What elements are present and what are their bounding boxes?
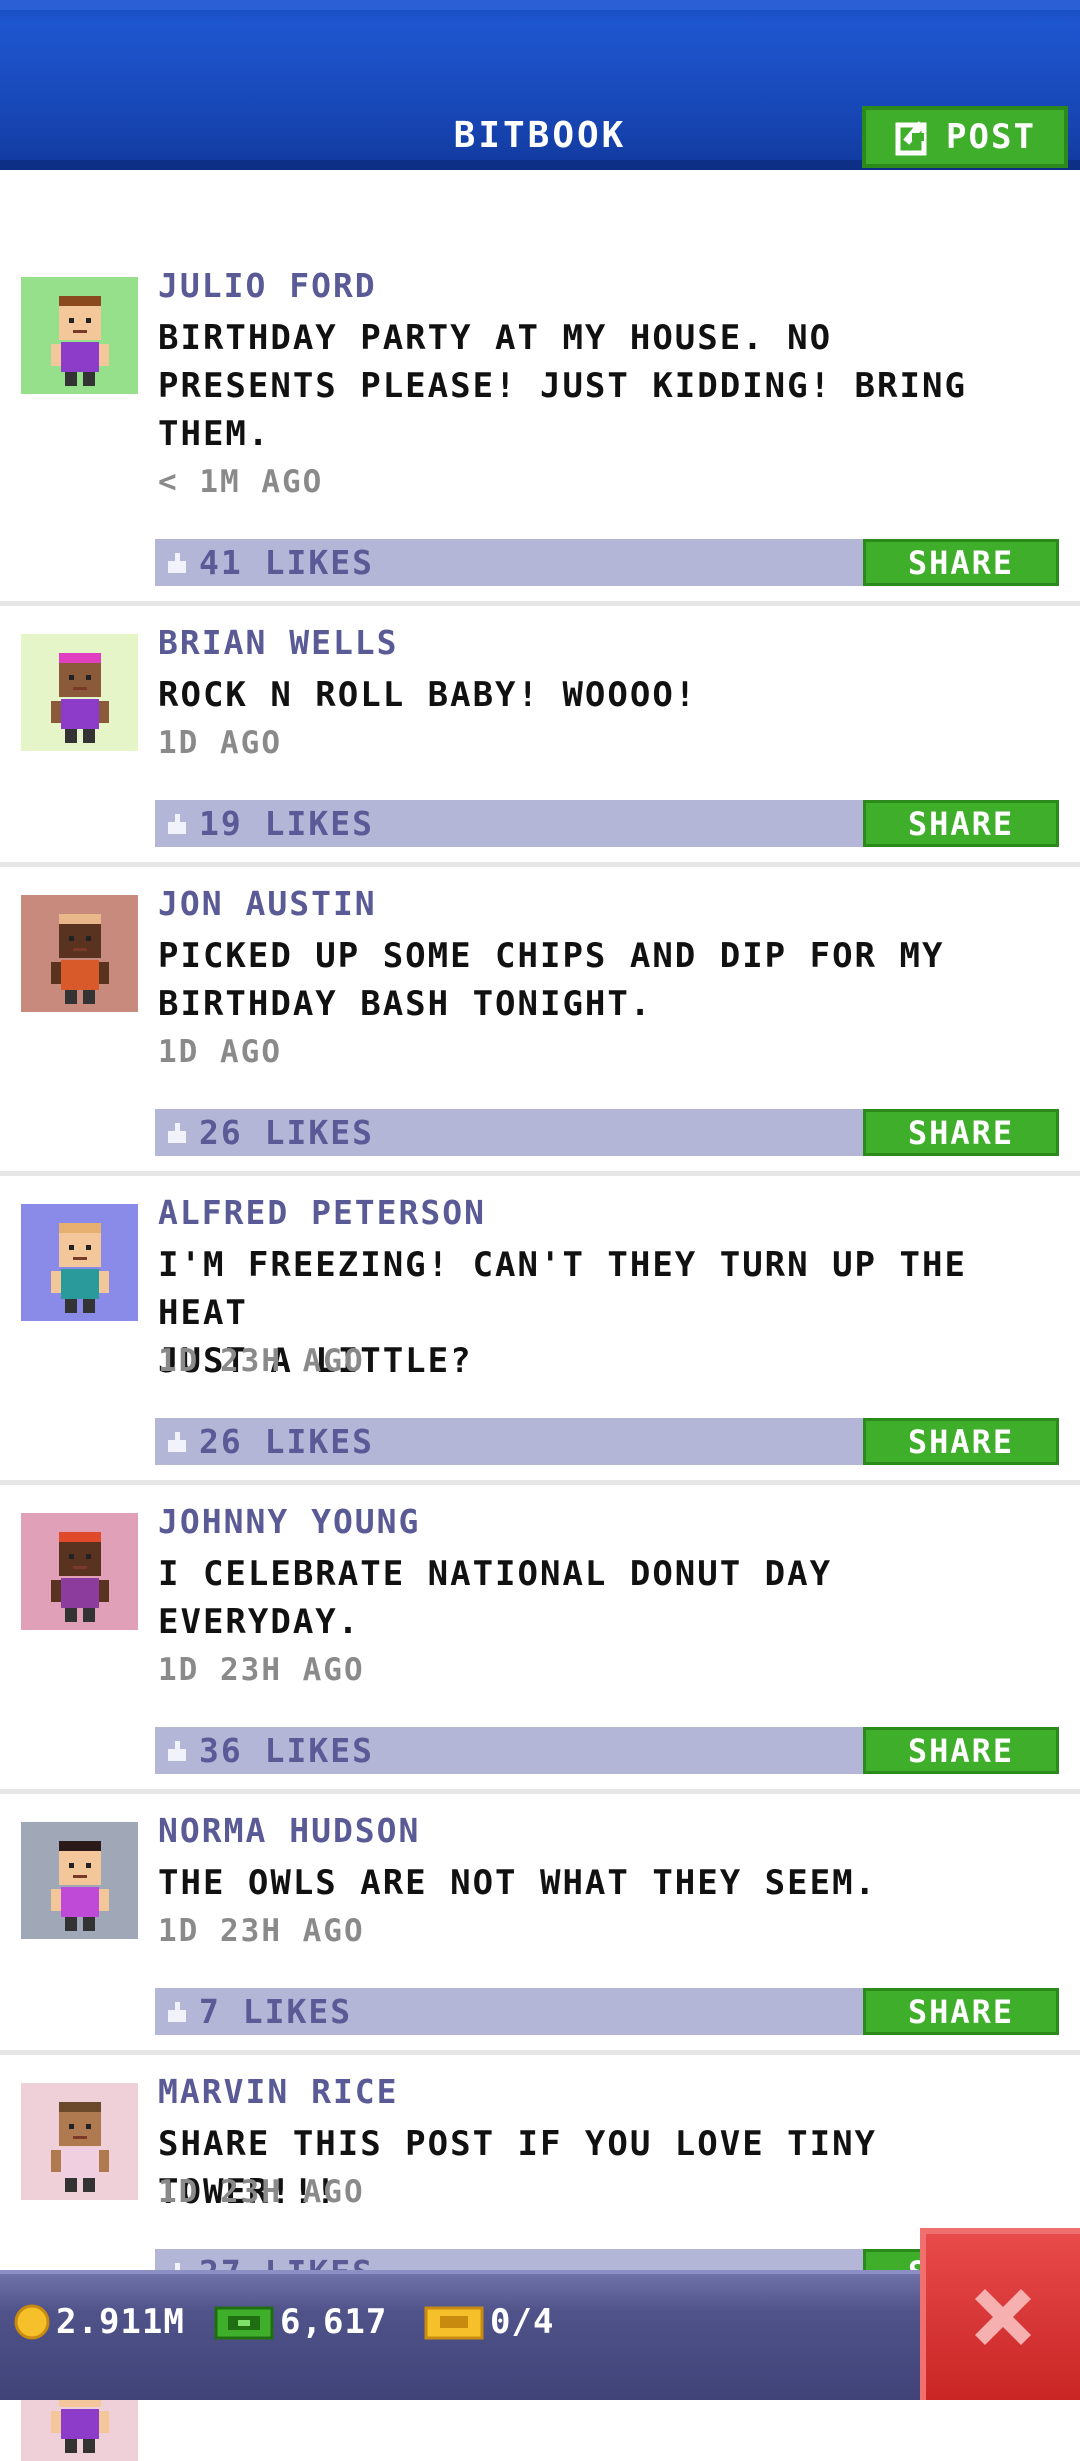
thumbs-up-icon <box>168 1122 186 1143</box>
post-text-line: I'M FREEZING! CAN'T THEY TURN UP THE HEA… <box>158 1245 967 1333</box>
share-button[interactable]: SHARE <box>863 1988 1059 2035</box>
coins-value: 2.911M <box>56 2302 185 2342</box>
like-count: 41 LIKES <box>199 543 374 582</box>
post-timestamp: 1D 23H AGO <box>158 1913 365 1949</box>
thumbs-up-icon <box>168 2001 186 2022</box>
share-button[interactable]: SHARE <box>863 1109 1059 1156</box>
post-button[interactable]: POST <box>862 106 1068 168</box>
like-bar[interactable]: 19 LIKES <box>155 800 863 847</box>
post-timestamp: 1D AGO <box>158 1034 282 1070</box>
share-button[interactable]: SHARE <box>863 800 1059 847</box>
thumbs-up-icon <box>168 1431 186 1452</box>
post-author[interactable]: JULIO FORD <box>158 266 377 305</box>
post-timestamp: 1D 23H AGO <box>158 1652 365 1688</box>
post-author[interactable]: JOHNNY YOUNG <box>158 1502 420 1541</box>
post-text-line: I CELEBRATE NATIONAL DONUT DAY <box>158 1554 833 1594</box>
compose-icon <box>895 121 927 156</box>
post-text-line: ROCK N ROLL BABY! WOOOO! <box>158 675 698 715</box>
tickets-stat: 0/4 <box>424 2302 554 2342</box>
avatar-figure-icon <box>50 914 109 1004</box>
post-text: PICKED UP SOME CHIPS AND DIP FOR MY BIRTH… <box>158 932 1063 1028</box>
post-text: THE OWLS ARE NOT WHAT THEY SEEM. <box>158 1859 1063 1907</box>
avatar-figure-icon <box>50 2102 109 2192</box>
post-text-line: BIRTHDAY PARTY AT MY HOUSE. NO <box>158 318 833 358</box>
bux-stat: 6,617 <box>214 2302 387 2342</box>
avatar[interactable] <box>21 895 138 1012</box>
avatar-figure-icon <box>50 296 109 386</box>
avatar-figure-icon <box>50 1532 109 1622</box>
post-timestamp: < 1M AGO <box>158 464 324 500</box>
avatar[interactable] <box>21 2083 138 2200</box>
post-author[interactable]: ALFRED PETERSON <box>158 1193 486 1232</box>
post-divider <box>0 862 1080 867</box>
like-bar[interactable]: 26 LIKES <box>155 1109 863 1156</box>
post-text-line: EVERYDAY. <box>158 1602 361 1642</box>
avatar-figure-icon <box>50 653 109 743</box>
avatar[interactable] <box>21 1513 138 1630</box>
post-text: BIRTHDAY PARTY AT MY HOUSE. NO PRESENTS P… <box>158 314 1063 458</box>
tickets-value: 0/4 <box>490 2302 555 2342</box>
close-icon <box>975 2289 1031 2345</box>
coins-stat: 2.911M <box>14 2302 185 2342</box>
post-divider <box>0 1171 1080 1176</box>
post-timestamp: 1D AGO <box>158 725 282 761</box>
coin-icon <box>14 2304 50 2340</box>
post-text: ROCK N ROLL BABY! WOOOO! <box>158 671 1063 719</box>
share-button[interactable]: SHARE <box>863 1727 1059 1774</box>
share-button[interactable]: SHARE <box>863 539 1059 586</box>
share-button[interactable]: SHARE <box>863 1418 1059 1465</box>
like-bar[interactable]: 26 LIKES <box>155 1418 863 1465</box>
post-author[interactable]: MARVIN RICE <box>158 2072 399 2111</box>
like-bar[interactable]: 36 LIKES <box>155 1727 863 1774</box>
post-text: I CELEBRATE NATIONAL DONUT DAY EVERYDAY. <box>158 1550 1063 1646</box>
ticket-icon <box>424 2306 484 2340</box>
avatar[interactable] <box>21 277 138 394</box>
thumbs-up-icon <box>168 552 186 573</box>
post-divider <box>0 601 1080 606</box>
thumbs-up-icon <box>168 813 186 834</box>
post-text-line: PICKED UP SOME CHIPS AND DIP FOR MY <box>158 936 945 976</box>
post-timestamp: 1D 23H AGO <box>158 2174 365 2210</box>
post-author[interactable]: NORMA HUDSON <box>158 1811 420 1850</box>
avatar-figure-icon <box>50 1841 109 1931</box>
post-button-label: POST <box>946 117 1036 157</box>
like-count: 19 LIKES <box>199 804 374 843</box>
top-bar: BITBOOK POST <box>0 0 1080 170</box>
avatar-figure-icon <box>50 1223 109 1313</box>
post-timestamp: 1D 23H AGO <box>158 1343 365 1379</box>
post-author[interactable]: BRIAN WELLS <box>158 623 399 662</box>
post-text-line: BIRTHDAY BASH TONIGHT. <box>158 984 653 1024</box>
like-bar[interactable]: 41 LIKES <box>155 539 863 586</box>
post-divider <box>0 2050 1080 2055</box>
thumbs-up-icon <box>168 1740 186 1761</box>
like-count: 26 LIKES <box>199 1113 374 1152</box>
post-author[interactable]: JON AUSTIN <box>158 884 377 923</box>
like-bar[interactable]: 7 LIKES <box>155 1988 863 2035</box>
post-text-line: PRESENTS PLEASE! JUST KIDDING! BRING <box>158 366 967 406</box>
avatar[interactable] <box>21 1204 138 1321</box>
currency-bar: 2.911M 6,617 0/4 <box>0 2270 1080 2400</box>
like-count: 36 LIKES <box>199 1731 374 1770</box>
post-text-line: THEM. <box>158 414 271 454</box>
avatar[interactable] <box>21 1822 138 1939</box>
like-count: 7 LIKES <box>199 1992 353 2031</box>
bux-icon <box>214 2306 274 2340</box>
avatar[interactable] <box>21 634 138 751</box>
like-count: 26 LIKES <box>199 1422 374 1461</box>
post-text-line: THE OWLS ARE NOT WHAT THEY SEEM. <box>158 1863 878 1903</box>
post-divider <box>0 1789 1080 1794</box>
post-divider <box>0 1480 1080 1485</box>
bux-value: 6,617 <box>280 2302 388 2342</box>
close-button[interactable] <box>920 2228 1080 2400</box>
